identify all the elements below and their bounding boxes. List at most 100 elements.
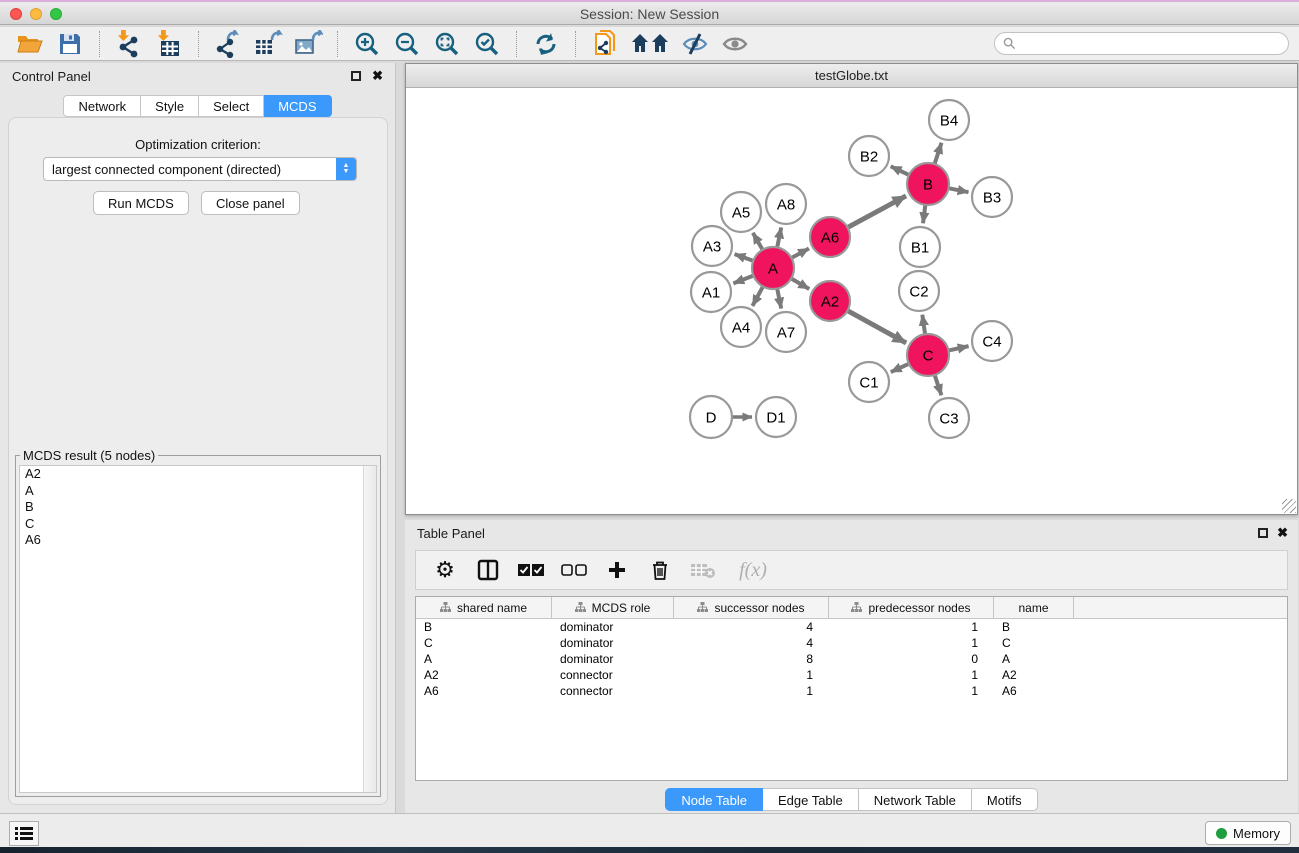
- graph-node-A6[interactable]: A6: [810, 217, 850, 257]
- graph-node-A8[interactable]: A8: [766, 184, 806, 224]
- mcds-result-item[interactable]: B: [20, 499, 376, 516]
- graph-node-A7[interactable]: A7: [766, 312, 806, 352]
- mcds-result-item[interactable]: A6: [20, 532, 376, 549]
- import-network-icon[interactable]: [113, 29, 145, 59]
- result-scrollbar[interactable]: [363, 466, 376, 792]
- graph-node-B4[interactable]: B4: [929, 100, 969, 140]
- column-header-predecessor-nodes[interactable]: predecessor nodes: [829, 597, 994, 618]
- tab-network[interactable]: Network: [63, 95, 141, 117]
- graph-edge-C-C4[interactable]: [947, 346, 969, 351]
- graph-edge-C-C3[interactable]: [934, 373, 941, 395]
- column-header-successor-nodes[interactable]: successor nodes: [674, 597, 829, 618]
- graph-edge-B-B2[interactable]: [891, 166, 911, 176]
- close-table-panel-icon[interactable]: ✖: [1277, 525, 1288, 541]
- float-table-panel-icon[interactable]: [1258, 528, 1268, 538]
- mcds-result-item[interactable]: A: [20, 483, 376, 500]
- graph-node-C1[interactable]: C1: [849, 362, 889, 402]
- column-header-shared-name[interactable]: shared name: [416, 597, 552, 618]
- graph-edge-C-C2[interactable]: [922, 315, 925, 336]
- graph-node-C2[interactable]: C2: [899, 271, 939, 311]
- table-row[interactable]: A2connector11A2: [416, 667, 1287, 683]
- graph-edge-A-A1[interactable]: [733, 275, 755, 283]
- import-table-icon[interactable]: [153, 29, 185, 59]
- graph-edge-A-A3[interactable]: [735, 254, 756, 261]
- deselect-all-rows-icon[interactable]: [559, 555, 589, 585]
- zoom-out-icon[interactable]: [391, 29, 423, 59]
- graph-edge-B-B4[interactable]: [934, 143, 942, 166]
- delete-column-icon[interactable]: [645, 555, 675, 585]
- network-window-titlebar[interactable]: testGlobe.txt: [406, 64, 1297, 88]
- graph-edge-A-A5[interactable]: [753, 233, 764, 252]
- graph-node-A5[interactable]: A5: [721, 192, 761, 232]
- memory-button[interactable]: Memory: [1205, 821, 1291, 845]
- export-image-icon[interactable]: [292, 29, 324, 59]
- graph-node-D[interactable]: D: [690, 396, 732, 438]
- select-all-rows-icon[interactable]: [516, 555, 546, 585]
- table-row[interactable]: Bdominator41B: [416, 619, 1287, 635]
- tab-select[interactable]: Select: [199, 95, 264, 117]
- run-mcds-button[interactable]: Run MCDS: [93, 191, 189, 215]
- create-column-icon[interactable]: [602, 555, 632, 585]
- export-table-icon[interactable]: [252, 29, 284, 59]
- show-all-icon[interactable]: [719, 29, 751, 59]
- graph-node-A4[interactable]: A4: [721, 307, 761, 347]
- graph-edge-A-A8[interactable]: [777, 228, 781, 250]
- search-input[interactable]: [1021, 37, 1288, 51]
- graph-node-A1[interactable]: A1: [691, 272, 731, 312]
- task-history-button[interactable]: [9, 821, 39, 846]
- table-settings-icon[interactable]: ⚙: [430, 555, 460, 585]
- graph-edge-A-A6[interactable]: [790, 248, 809, 258]
- network-canvas[interactable]: B4 B2 B B3 B1 A5A8 A3 A6 A A1A4A7A2 C2 C C4 C1 C3 D D1: [406, 88, 1297, 514]
- table-row[interactable]: Adominator80A: [416, 651, 1287, 667]
- graph-node-B3[interactable]: B3: [972, 177, 1012, 217]
- graph-node-C3[interactable]: C3: [929, 398, 969, 438]
- tab-motifs[interactable]: Motifs: [972, 788, 1038, 811]
- graph-node-B2[interactable]: B2: [849, 136, 889, 176]
- graph-edge-A6-B[interactable]: [846, 196, 906, 229]
- tab-edge-table[interactable]: Edge Table: [763, 788, 859, 811]
- tab-node-table[interactable]: Node Table: [665, 788, 763, 811]
- hide-selection-icon[interactable]: [679, 29, 711, 59]
- search-box[interactable]: [994, 32, 1289, 55]
- float-panel-icon[interactable]: [351, 71, 361, 81]
- zoom-selected-icon[interactable]: [471, 29, 503, 59]
- zoom-fit-icon[interactable]: [431, 29, 463, 59]
- zoom-in-icon[interactable]: [351, 29, 383, 59]
- graph-node-A[interactable]: A: [752, 247, 794, 289]
- graph-node-C4[interactable]: C4: [972, 321, 1012, 361]
- open-session-icon[interactable]: [14, 29, 46, 59]
- refresh-icon[interactable]: [530, 29, 562, 59]
- new-network-from-selection-icon[interactable]: [589, 29, 621, 59]
- tab-network-table[interactable]: Network Table: [859, 788, 972, 811]
- graph-edge-A2-C[interactable]: [846, 310, 906, 343]
- optimization-criterion-dropdown[interactable]: largest connected component (directed) ▲…: [43, 157, 357, 181]
- window-resize-grip[interactable]: [1282, 499, 1296, 513]
- close-panel-icon[interactable]: ✖: [372, 68, 383, 84]
- graph-edge-A-A7[interactable]: [777, 287, 781, 309]
- first-neighbors-icon[interactable]: [629, 29, 671, 59]
- delete-table-icon[interactable]: [688, 555, 718, 585]
- table-row[interactable]: A6connector11A6: [416, 683, 1287, 699]
- mcds-result-item[interactable]: A2: [20, 466, 376, 483]
- graph-node-B[interactable]: B: [907, 163, 949, 205]
- graph-edge-A-A4[interactable]: [752, 285, 763, 306]
- mcds-result-item[interactable]: C: [20, 516, 376, 533]
- tab-mcds[interactable]: MCDS: [264, 95, 331, 117]
- function-builder-icon[interactable]: f(x): [731, 555, 775, 585]
- close-panel-button[interactable]: Close panel: [201, 191, 300, 215]
- tab-style[interactable]: Style: [141, 95, 199, 117]
- table-row[interactable]: Cdominator41C: [416, 635, 1287, 651]
- column-visibility-icon[interactable]: [473, 555, 503, 585]
- graph-node-D1[interactable]: D1: [756, 397, 796, 437]
- graph-edge-C-C1[interactable]: [891, 363, 911, 372]
- save-session-icon[interactable]: [54, 29, 86, 59]
- node-table[interactable]: shared nameMCDS rolesuccessor nodesprede…: [415, 596, 1288, 781]
- mcds-result-list[interactable]: A2ABCA6: [19, 465, 377, 793]
- graph-node-A2[interactable]: A2: [810, 281, 850, 321]
- graph-node-A3[interactable]: A3: [692, 226, 732, 266]
- column-header-MCDS-role[interactable]: MCDS role: [552, 597, 674, 618]
- graph-edge-B-B3[interactable]: [947, 188, 969, 192]
- graph-node-B1[interactable]: B1: [900, 227, 940, 267]
- graph-node-C[interactable]: C: [907, 334, 949, 376]
- export-network-icon[interactable]: [212, 29, 244, 59]
